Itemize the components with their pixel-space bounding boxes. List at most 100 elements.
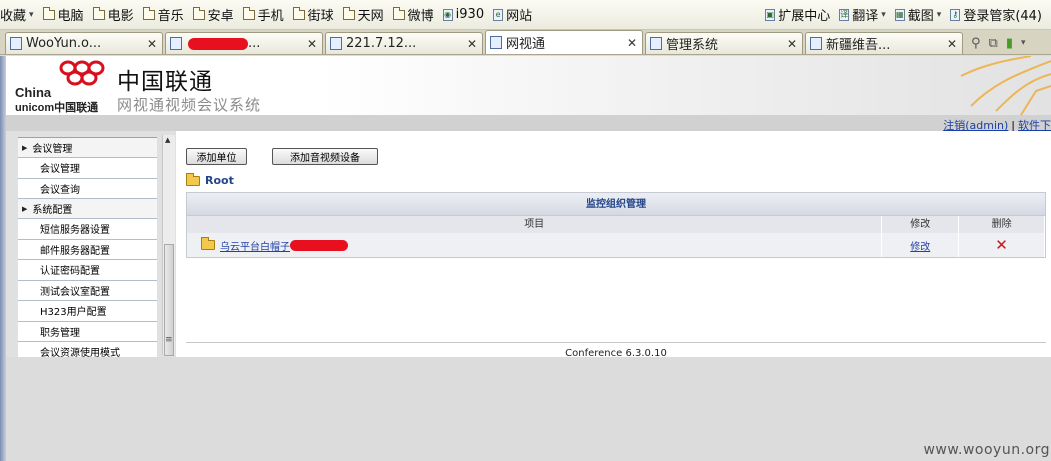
browser-tab[interactable]: WooYun.o... ✕: [5, 32, 163, 54]
tree-root-label: Root: [205, 174, 234, 187]
sidebar-item-mail-server[interactable]: 邮件服务器配置: [18, 239, 157, 260]
page-icon: [490, 36, 502, 49]
folder-icon: [342, 6, 355, 20]
browser-tab[interactable]: ... ✕: [165, 32, 323, 54]
folder-icon: [292, 6, 305, 20]
bookmark-item[interactable]: ◉ i930: [442, 7, 485, 22]
sidebar-item-label: 认证密码配置: [40, 266, 100, 278]
web-page: China unicom中国联通 中国联通 网视通视频会议系统 注销(admin…: [6, 56, 1051, 357]
screenshot-button[interactable]: ▦ 截图 ▾: [894, 5, 942, 24]
sidebar-group-label: 会议管理: [32, 144, 73, 155]
tab-tools: ⚲ ⧉ ▮ ▾: [971, 32, 1026, 54]
close-icon[interactable]: ✕: [946, 37, 958, 51]
sidebar-group-meeting[interactable]: ▶ 会议管理: [18, 138, 157, 158]
browser-tab[interactable]: 新疆维吾... ✕: [805, 32, 963, 54]
folder-icon: [242, 6, 255, 20]
translate-button[interactable]: 译翻译 ▾: [839, 5, 886, 24]
bookmark-item[interactable]: e 网站: [493, 5, 532, 24]
sidebar-item-label: 会议资源使用模式: [40, 348, 120, 357]
sidebar-group-system-config[interactable]: ▶ 系统配置: [18, 199, 157, 219]
translate-icon: 译: [839, 8, 850, 21]
bookmark-item[interactable]: 街球: [292, 5, 334, 24]
close-icon[interactable]: ✕: [626, 36, 638, 50]
close-icon[interactable]: ✕: [306, 37, 318, 51]
bookmark-label: 手机: [257, 9, 284, 24]
watermark: www.wooyun.org: [923, 442, 1050, 458]
restore-tab-icon[interactable]: ⧉: [989, 36, 998, 51]
bookmark-item[interactable]: 电影: [92, 5, 134, 24]
triangle-right-icon: ▶: [22, 204, 28, 213]
close-icon[interactable]: ✕: [786, 37, 798, 51]
bookmark-item[interactable]: 微博: [392, 5, 434, 24]
pin-icon[interactable]: ⚲: [971, 36, 981, 51]
tab-label: 新疆维吾...: [826, 38, 891, 53]
sidebar-scrollbar[interactable]: ▲ ≡: [162, 135, 175, 356]
sidebar-item-label: 职务管理: [40, 327, 80, 339]
table-header-row: 项目 修改 删除: [186, 216, 1046, 233]
key-icon: ⚷: [950, 8, 961, 21]
bookmark-item[interactable]: 音乐: [142, 5, 184, 24]
folder-icon: [201, 237, 215, 250]
login-manager-button[interactable]: ⚷ 登录管家(44): [950, 5, 1042, 24]
sidebar-item-label: H323用户配置: [40, 307, 107, 319]
folder-icon: [92, 6, 105, 20]
bookmark-label: 电脑: [57, 9, 84, 24]
tab-label: 221.7.12...: [346, 36, 417, 51]
column-header-delete: 删除: [959, 216, 1045, 233]
chevron-down-icon: ▾: [29, 9, 34, 20]
sidebar-item-auth-password[interactable]: 认证密码配置: [18, 260, 157, 281]
folder-icon: [42, 6, 55, 20]
chevron-down-icon: ▾: [936, 9, 942, 20]
add-av-device-button[interactable]: 添加音视频设备: [272, 148, 378, 165]
delete-icon[interactable]: ✕: [995, 236, 1008, 254]
add-unit-button[interactable]: 添加单位: [186, 148, 247, 165]
sidebar-item-meeting-query[interactable]: 会议查询: [18, 178, 157, 199]
browser-tab[interactable]: 管理系统 ✕: [645, 32, 803, 54]
page-icon: e: [493, 8, 504, 21]
scroll-up-arrow-icon[interactable]: ▲: [165, 136, 170, 144]
close-icon[interactable]: ✕: [466, 37, 478, 51]
tab-label: 管理系统: [666, 38, 719, 53]
tab-label: WooYun.o...: [26, 36, 102, 51]
browser-tab[interactable]: 221.7.12... ✕: [325, 32, 483, 54]
bookmark-item[interactable]: 天网: [342, 5, 384, 24]
extension-center-button[interactable]: ▣ 扩展中心: [765, 5, 830, 24]
top-links-bar: 注销(admin) | 软件下: [6, 115, 1051, 132]
unicom-knot-logo: [59, 60, 105, 86]
sidebar-item-h323-users[interactable]: H323用户配置: [18, 301, 157, 322]
chevron-down-icon: ▾: [881, 9, 886, 20]
main-content: 添加单位 添加音视频设备 Root 监控组织管理 项目 修改 删除 乌云平台白帽…: [176, 131, 1051, 357]
version-footer: Conference 6.3.0.10: [565, 348, 667, 357]
browser-tab-active[interactable]: 网视通 ✕: [485, 30, 643, 54]
bookmark-label: 安卓: [207, 9, 234, 24]
bookmark-item[interactable]: 安卓: [192, 5, 234, 24]
bookmark-item[interactable]: 电脑: [42, 5, 84, 24]
bookmark-label: i930: [455, 7, 485, 22]
column-header-edit: 修改: [882, 216, 960, 233]
divider: [186, 342, 1046, 343]
page-icon: [650, 37, 662, 50]
tab-bar: WooYun.o... ✕ ... ✕ 221.7.12... ✕ 网视通 ✕ 管理系统…: [0, 30, 1051, 55]
tool-label: 翻译: [852, 9, 879, 24]
sidebar-item-positions[interactable]: 职务管理: [18, 321, 157, 342]
header-decoration: [960, 56, 1051, 115]
tree-root[interactable]: Root: [186, 172, 234, 187]
bookmark-label: 街球: [307, 9, 334, 24]
close-icon[interactable]: ✕: [146, 37, 158, 51]
sidebar-item-resource-mode[interactable]: 会议资源使用模式: [18, 342, 157, 357]
row-item-cell: 乌云平台白帽子: [187, 233, 883, 257]
screenshot-icon: ▦: [894, 8, 905, 21]
bamboo-icon[interactable]: ▮: [1006, 36, 1013, 51]
page-header: China unicom中国联通 中国联通 网视通视频会议系统: [6, 56, 1051, 115]
favorites-label: 收藏: [0, 9, 27, 24]
bookmark-item[interactable]: 手机: [242, 5, 284, 24]
sidebar-item-test-room[interactable]: 测试会议室配置: [18, 280, 157, 301]
sidebar-group-label: 系统配置: [32, 205, 73, 216]
org-unit-link[interactable]: 乌云平台白帽子: [220, 238, 290, 253]
chevron-down-icon[interactable]: ▾: [1021, 38, 1026, 48]
edit-link[interactable]: 修改: [910, 238, 930, 253]
brand-chinese: 中国联通: [117, 69, 213, 95]
sidebar-item-sms-server[interactable]: 短信服务器设置: [18, 219, 157, 240]
sidebar-item-meeting-management[interactable]: 会议管理: [18, 158, 157, 179]
favorites-menu[interactable]: 收藏 ▾: [0, 5, 34, 24]
